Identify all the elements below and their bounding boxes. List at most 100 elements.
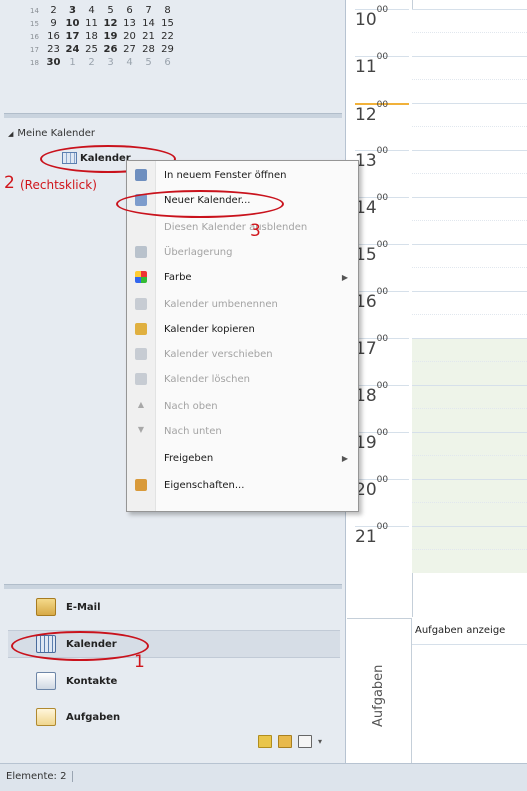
mini-calendar-day[interactable]: 14 — [139, 18, 158, 29]
half-hour-line — [412, 549, 527, 550]
time-slot[interactable] — [412, 526, 527, 573]
time-slot[interactable] — [412, 244, 527, 291]
step-2-note: (Rechtsklick) — [20, 178, 97, 192]
time-slot[interactable] — [412, 479, 527, 526]
copy-icon — [135, 323, 147, 335]
mini-calendar-day[interactable]: 29 — [158, 44, 177, 55]
menu-item[interactable]: In neuem Fenster öffnen — [127, 164, 358, 186]
mini-calendar-day[interactable]: 18 — [82, 31, 101, 42]
mini-calendar-day[interactable]: 25 — [82, 44, 101, 55]
mini-calendar-day[interactable]: 15 — [158, 18, 177, 29]
mini-calendar-day[interactable]: 27 — [120, 44, 139, 55]
half-hour-line — [412, 267, 527, 268]
mini-calendar-day[interactable]: 24 — [63, 44, 82, 55]
mini-calendar-day[interactable]: 5 — [139, 57, 158, 68]
mini-calendar-day[interactable]: 22 — [158, 31, 177, 42]
time-slot[interactable] — [412, 291, 527, 338]
mini-calendar-day[interactable]: 30 — [44, 57, 63, 68]
mini-calendar-day[interactable]: 4 — [82, 5, 101, 16]
menu-item: Kalender löschen — [127, 368, 358, 390]
notes-icon[interactable] — [258, 735, 272, 748]
hour-label: 1600 — [355, 287, 409, 312]
time-slot[interactable] — [412, 9, 527, 56]
tasks-icon — [36, 708, 56, 726]
nav-button-label: E-Mail — [66, 601, 101, 613]
menu-item[interactable]: Eigenschaften... — [127, 474, 358, 496]
hour-label-minutes: 00 — [376, 193, 389, 204]
time-slot[interactable] — [412, 197, 527, 244]
mini-calendar-day[interactable]: 11 — [82, 18, 101, 29]
mini-calendar-day[interactable]: 8 — [158, 5, 177, 16]
mini-calendar-day[interactable]: 6 — [158, 57, 177, 68]
mini-calendar-day[interactable]: 2 — [82, 57, 101, 68]
menu-item-label: Nach unten — [164, 425, 222, 437]
menu-item[interactable]: Kalender kopieren — [127, 318, 358, 340]
hour-label-minutes: 00 — [376, 522, 389, 533]
hour-label-minutes: 00 — [376, 381, 389, 392]
mini-calendar-day[interactable]: 12 — [101, 18, 120, 29]
mini-calendar-day[interactable]: 3 — [101, 57, 120, 68]
nav-button-contacts[interactable]: Kontakte — [8, 668, 340, 694]
shortcuts-icon[interactable] — [298, 735, 312, 748]
mini-calendar-day[interactable]: 16 — [44, 31, 63, 42]
pane-divider[interactable] — [4, 113, 342, 118]
time-slot[interactable] — [412, 338, 527, 385]
tasks-side-panel: Aufgaben — [347, 618, 412, 763]
hour-label-minutes: 00 — [376, 287, 389, 298]
nav-button-tasks[interactable]: Aufgaben — [8, 704, 340, 730]
mini-calendar-day[interactable]: 17 — [63, 31, 82, 42]
mini-calendar-day[interactable]: 13 — [120, 18, 139, 29]
highlight-ring-calendar-button — [11, 631, 149, 661]
menu-item: Kalender umbenennen — [127, 293, 358, 315]
mini-calendar-day[interactable]: 21 — [139, 31, 158, 42]
folder-icon[interactable] — [278, 735, 292, 748]
down-arrow-icon: ▼ — [137, 425, 145, 434]
hour-label: 1300 — [355, 146, 409, 171]
menu-item-label: Kalender umbenennen — [164, 298, 278, 310]
delete-icon — [135, 373, 147, 385]
time-slot[interactable] — [412, 385, 527, 432]
mini-calendar-day[interactable]: 9 — [44, 18, 63, 29]
mini-calendar-day[interactable]: 19 — [101, 31, 120, 42]
time-slot[interactable] — [412, 432, 527, 479]
half-hour-line — [412, 79, 527, 80]
mini-calendar-day[interactable]: 10 — [63, 18, 82, 29]
week-number: 18 — [30, 58, 39, 67]
mini-calendar-day[interactable]: 6 — [120, 5, 139, 16]
mini-calendar-day[interactable]: 5 — [101, 5, 120, 16]
hour-label: 2000 — [355, 475, 409, 500]
menu-item: Kalender verschieben — [127, 343, 358, 365]
hour-label: 1900 — [355, 428, 409, 453]
mini-calendar-day[interactable]: 4 — [120, 57, 139, 68]
time-slot[interactable] — [412, 103, 527, 150]
mini-calendar-day[interactable]: 2 — [44, 5, 63, 16]
hour-label-minutes: 00 — [376, 475, 389, 486]
menu-item[interactable]: Freigeben ▶ — [127, 447, 358, 469]
pane-divider[interactable] — [4, 584, 342, 589]
hour-label: 1700 — [355, 334, 409, 359]
menu-item: Diesen Kalender ausblenden — [127, 216, 358, 238]
configure-buttons-icon[interactable]: ▾ — [318, 737, 322, 746]
new-window-icon — [135, 169, 147, 181]
week-number: 14 — [30, 6, 39, 15]
mini-calendar-day[interactable]: 1 — [63, 57, 82, 68]
mini-calendar-day[interactable]: 7 — [139, 5, 158, 16]
step-3-number: 3 — [250, 221, 261, 241]
mini-calendar-day[interactable]: 3 — [63, 5, 82, 16]
move-icon — [135, 348, 147, 360]
menu-item-label: Überlagerung — [164, 246, 233, 258]
rename-icon — [135, 298, 147, 310]
time-slot[interactable] — [412, 150, 527, 197]
menu-item-label: Freigeben — [164, 452, 214, 464]
mini-calendar-day[interactable]: 26 — [101, 44, 120, 55]
time-slot[interactable] — [412, 56, 527, 103]
collapse-triangle-icon[interactable]: ◢ — [8, 130, 13, 138]
my-calendars-group[interactable]: ◢ Meine Kalender — [8, 128, 95, 139]
mini-calendar-day[interactable]: 20 — [120, 31, 139, 42]
mini-calendar-day[interactable]: 23 — [44, 44, 63, 55]
nav-button-mail[interactable]: E-Mail — [8, 594, 340, 620]
menu-item-label: Eigenschaften... — [164, 479, 245, 491]
tasks-header[interactable]: Aufgaben anzeige — [412, 625, 527, 645]
menu-item[interactable]: Farbe ▶ — [127, 266, 358, 288]
mini-calendar-day[interactable]: 28 — [139, 44, 158, 55]
